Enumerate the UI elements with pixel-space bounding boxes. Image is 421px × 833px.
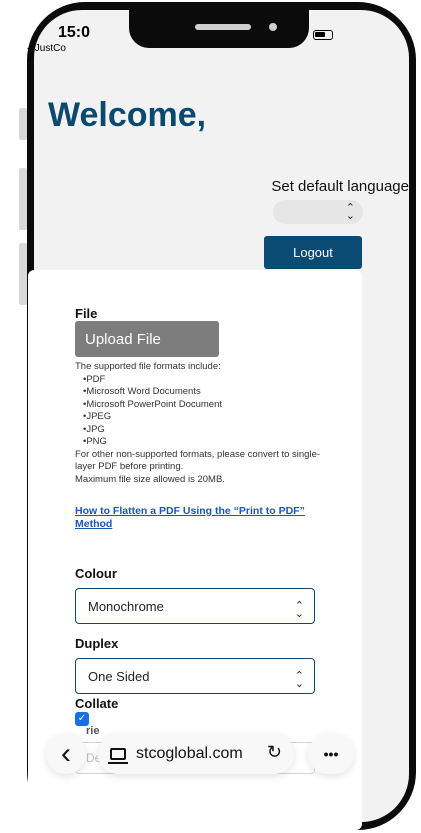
camera-dot bbox=[269, 23, 277, 31]
file-format-info: The supported file formats include: •PDF… bbox=[75, 361, 320, 486]
reload-icon[interactable]: ↻ bbox=[267, 742, 282, 763]
flatten-pdf-help-link[interactable]: How to Flatten a PDF Using the “Print to… bbox=[75, 505, 315, 531]
chevron-left-icon: ‹ bbox=[61, 737, 71, 770]
chevron-updown-icon: ⌃ ⌄ bbox=[345, 202, 355, 222]
file-section-title: File bbox=[75, 306, 98, 321]
battery-icon bbox=[313, 29, 334, 40]
format-item: •PDF bbox=[83, 373, 106, 385]
page-title: Welcome, bbox=[48, 96, 207, 134]
tabs-icon[interactable] bbox=[108, 748, 128, 764]
language-label: Set default language bbox=[271, 178, 409, 195]
more-options-button[interactable]: ••• bbox=[308, 734, 354, 774]
browser-back-button[interactable]: ‹ bbox=[46, 734, 86, 774]
speaker-grille bbox=[195, 24, 251, 30]
other-format-note: For other non-supported formats, please … bbox=[75, 448, 321, 473]
more-icon: ••• bbox=[323, 746, 339, 762]
url-text: stcoglobal.com bbox=[136, 745, 243, 762]
duplex-section-title: Duplex bbox=[75, 636, 119, 651]
silent-switch bbox=[19, 108, 27, 140]
orientation-label: rie bbox=[86, 725, 100, 737]
status-time: 15:0 bbox=[58, 24, 91, 41]
chevron-updown-icon: ⌃ ⌄ bbox=[294, 670, 304, 690]
colour-select[interactable]: Monochrome ⌃ ⌄ bbox=[75, 588, 315, 624]
notch bbox=[129, 10, 309, 48]
format-item: •Microsoft PowerPoint Document bbox=[83, 398, 223, 410]
volume-up-button bbox=[19, 168, 27, 230]
format-item: •JPG bbox=[83, 423, 105, 435]
format-item: •JPEG bbox=[83, 411, 112, 422]
address-bar[interactable]: stcoglobal.com ↻ bbox=[98, 734, 294, 774]
collate-checkbox[interactable]: ✓ bbox=[75, 712, 89, 726]
max-size-note: Maximum file size allowed is 20MB. bbox=[75, 473, 225, 485]
collate-section-title: Collate bbox=[75, 696, 119, 711]
volume-down-button bbox=[19, 243, 27, 305]
format-item: •PNG bbox=[83, 436, 107, 447]
supported-intro: The supported file formats include: bbox=[75, 361, 221, 372]
language-select[interactable]: ⌃ ⌄ bbox=[273, 200, 363, 224]
duplex-value: One Sided bbox=[88, 668, 150, 684]
colour-section-title: Colour bbox=[75, 566, 117, 581]
colour-value: Monochrome bbox=[88, 598, 164, 614]
back-to-app-link[interactable]: ◂ JustCo bbox=[27, 43, 66, 54]
upload-file-button[interactable]: Upload File bbox=[75, 321, 219, 357]
logout-button[interactable]: Logout bbox=[264, 236, 362, 269]
format-item: •Microsoft Word Documents bbox=[83, 386, 201, 397]
chevron-updown-icon: ⌃ ⌄ bbox=[294, 600, 304, 620]
duplex-select[interactable]: One Sided ⌃ ⌄ bbox=[75, 658, 315, 694]
